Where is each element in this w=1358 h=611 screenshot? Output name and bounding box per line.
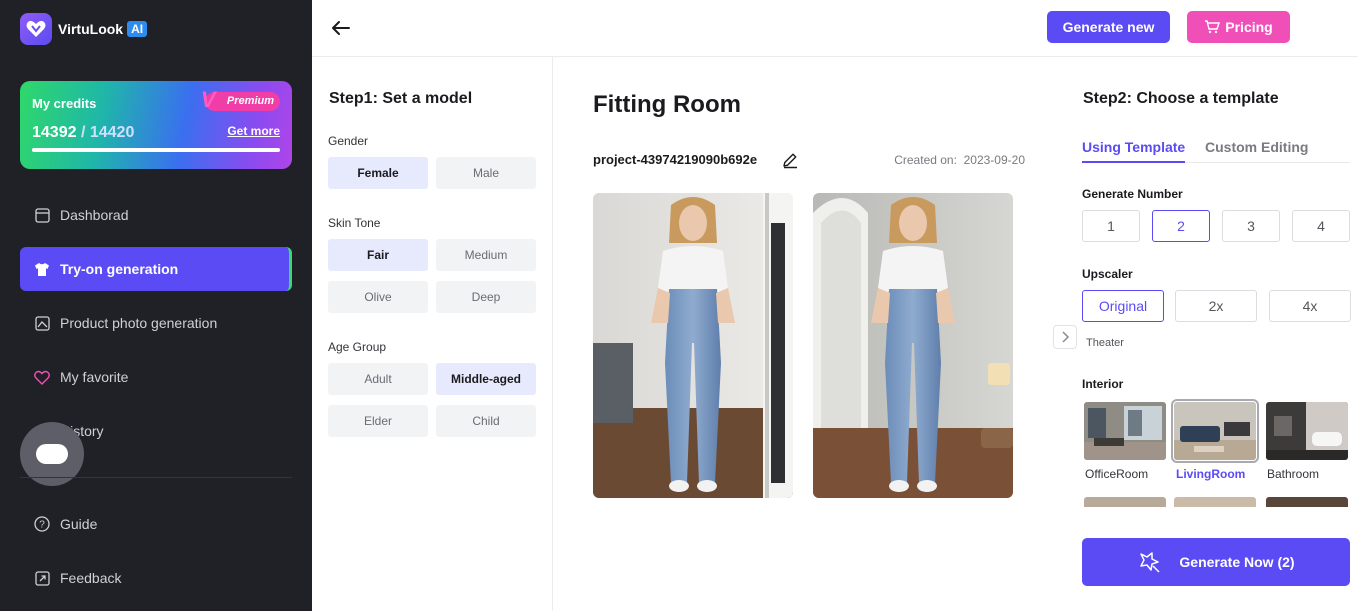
gender-male-option[interactable]: Male	[436, 157, 536, 189]
credits-separator: /	[76, 124, 90, 141]
generate-now-label: Generate Now (2)	[1179, 554, 1295, 570]
sparkle-icon	[1137, 551, 1161, 573]
created-date: Created on: 2023-09-20	[894, 153, 1025, 167]
image-icon	[34, 315, 50, 331]
premium-label: Premium	[226, 95, 274, 107]
tab-custom-editing[interactable]: Custom Editing	[1205, 139, 1308, 161]
credits-card: My credits V Premium 14392 / 14420 Get m…	[20, 81, 292, 169]
edit-pencil-icon[interactable]	[781, 151, 799, 169]
step2-title: Step2: Choose a template	[1083, 90, 1279, 107]
nav-my-favorite[interactable]: My favorite	[20, 355, 292, 399]
app-logo[interactable]: VirtuLook AI	[20, 13, 148, 45]
theater-category-label: Theater	[1086, 338, 1124, 348]
chat-icon	[36, 444, 68, 464]
gender-label: Gender	[328, 134, 369, 148]
age-group-label: Age Group	[328, 340, 387, 354]
sidebar: VirtuLook AI My credits V Premium 14392 …	[0, 0, 312, 611]
nav-favorite-label: My favorite	[60, 369, 129, 385]
fitting-room-panel: Fitting Room project-43974219090b692e Cr…	[553, 57, 1065, 611]
step1-title: Step1: Set a model	[329, 90, 473, 107]
premium-badge: V Premium	[201, 88, 280, 112]
help-circle-icon: ?	[34, 516, 50, 532]
template-livingroom-label: LivingRoom	[1176, 467, 1246, 481]
generate-number-3[interactable]: 3	[1222, 210, 1280, 242]
skin-medium-option[interactable]: Medium	[436, 239, 536, 271]
nav-product-label: Product photo generation	[60, 315, 218, 331]
skin-deep-option[interactable]: Deep	[436, 281, 536, 313]
age-adult-option[interactable]: Adult	[328, 363, 428, 395]
pricing-button[interactable]: Pricing	[1187, 11, 1290, 43]
nav-feedback-label: Feedback	[60, 570, 122, 586]
generate-number-1[interactable]: 1	[1082, 210, 1140, 242]
sidebar-divider	[20, 477, 292, 478]
generate-number-4[interactable]: 4	[1292, 210, 1350, 242]
interior-label: Interior	[1082, 377, 1124, 391]
upscaler-2x[interactable]: 2x	[1175, 290, 1257, 322]
template-livingroom[interactable]	[1171, 399, 1259, 463]
get-more-link[interactable]: Get more	[227, 124, 280, 138]
template-bathroom[interactable]	[1266, 402, 1348, 460]
generate-new-button[interactable]: Generate new	[1047, 11, 1170, 43]
credits-count: 14392 / 14420	[32, 124, 134, 142]
logo-heart-icon	[20, 13, 52, 45]
created-value: 2023-09-20	[963, 153, 1025, 167]
cart-icon	[1204, 20, 1221, 34]
created-label: Created on:	[894, 153, 957, 167]
credits-total: 14420	[89, 124, 135, 141]
nav-guide-label: Guide	[60, 516, 98, 532]
step2-panel: Step2: Choose a template Using Template …	[1066, 57, 1358, 611]
gender-female-option[interactable]: Female	[328, 157, 428, 189]
nav-product-photo[interactable]: Product photo generation	[20, 301, 292, 345]
template-officeroom-label: OfficeRoom	[1085, 467, 1149, 481]
credits-used: 14392	[32, 124, 77, 141]
generate-number-2[interactable]: 2	[1152, 210, 1210, 242]
pricing-label: Pricing	[1225, 19, 1273, 35]
nav-guide[interactable]: ? Guide	[20, 502, 292, 546]
heart-icon	[34, 369, 50, 385]
tab-using-template[interactable]: Using Template	[1082, 139, 1186, 163]
top-bar: Generate new Pricing	[312, 0, 1358, 57]
page-title: Fitting Room	[593, 91, 741, 118]
template-thumb-peek-2[interactable]	[1174, 497, 1256, 507]
nav-tryon-generation[interactable]: Try-on generation	[20, 247, 292, 291]
skin-tone-label: Skin Tone	[328, 216, 381, 230]
upscaler-label: Upscaler	[1082, 267, 1133, 281]
generate-number-label: Generate Number	[1082, 187, 1183, 201]
back-arrow-icon[interactable]	[330, 17, 352, 39]
tshirt-icon	[34, 261, 50, 277]
credits-progress-fill	[32, 148, 280, 152]
age-elder-option[interactable]: Elder	[328, 405, 428, 437]
nav-dashboard[interactable]: Dashborad	[20, 193, 292, 237]
project-name: project-43974219090b692e	[593, 152, 758, 167]
credits-title: My credits	[32, 96, 97, 111]
upscaler-4x[interactable]: 4x	[1269, 290, 1351, 322]
template-tabs: Using Template Custom Editing	[1082, 139, 1350, 163]
template-thumb-peek-3[interactable]	[1266, 497, 1348, 507]
nav-feedback[interactable]: Feedback	[20, 556, 292, 600]
ai-badge: AI	[127, 21, 148, 37]
svg-text:?: ?	[39, 520, 45, 531]
age-middle-aged-option[interactable]: Middle-aged	[436, 363, 536, 395]
step1-panel: Step1: Set a model Gender Female Male Sk…	[312, 57, 553, 611]
external-link-icon	[34, 570, 50, 586]
dashboard-icon	[34, 207, 50, 223]
template-thumb-peek-1[interactable]	[1084, 497, 1166, 507]
premium-v-icon: V	[200, 87, 216, 112]
result-image-1[interactable]	[593, 193, 793, 498]
nav-tryon-label: Try-on generation	[60, 261, 179, 277]
template-officeroom[interactable]	[1084, 402, 1166, 460]
skin-olive-option[interactable]: Olive	[328, 281, 428, 313]
upscaler-original[interactable]: Original	[1082, 290, 1164, 322]
generate-now-button[interactable]: Generate Now (2)	[1082, 538, 1350, 586]
template-bathroom-label: Bathroom	[1267, 467, 1320, 481]
nav-dashboard-label: Dashborad	[60, 207, 129, 223]
app-name: VirtuLook	[58, 21, 124, 37]
result-image-2[interactable]	[813, 193, 1013, 498]
skin-fair-option[interactable]: Fair	[328, 239, 428, 271]
credits-progress-bar	[32, 148, 280, 152]
age-child-option[interactable]: Child	[436, 405, 536, 437]
